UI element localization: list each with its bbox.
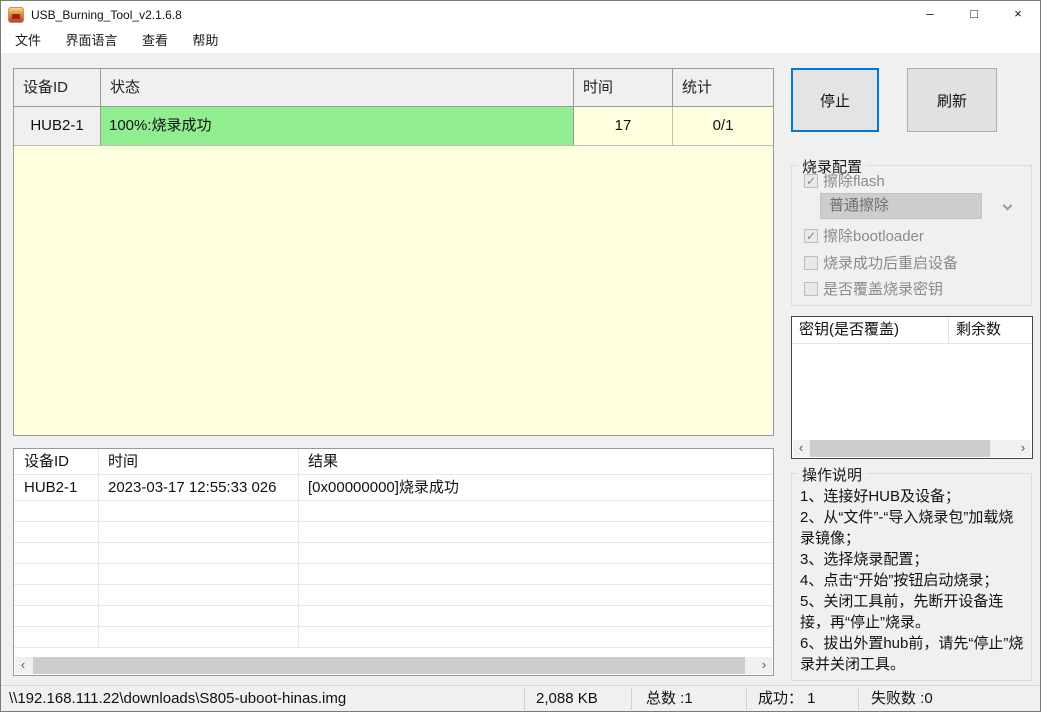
log-table: 设备ID 时间 结果 HUB2-1 2023-03-17 12:55:33 02… [13,448,774,676]
scroll-left-icon[interactable]: ‹ [15,657,31,674]
checkbox-icon[interactable] [804,281,818,296]
col-stats: 统计 [673,69,773,107]
checkbox-erase-flash[interactable]: ✓ 擦除flash [804,170,885,191]
col-time: 时间 [574,69,673,107]
device-id-cell: HUB2-1 [14,107,101,145]
table-row [14,585,773,606]
instructions-title: 操作说明 [798,464,867,485]
checkbox-icon[interactable]: ✓ [804,173,818,188]
col-result: 结果 [308,453,339,470]
table-row[interactable]: HUB2-1 100%:烧录成功 17 0/1 [14,107,773,146]
instruction-line: 1、连接好HUB及设备； [800,488,961,505]
checkbox-reboot-after-success[interactable]: 烧录成功后重启设备 [804,252,958,273]
log-table-scrollbar[interactable]: ‹ › [15,657,772,674]
table-row [14,522,773,543]
device-table: 设备ID 状态 时间 统计 HUB2-1 100%:烧录成功 17 0/1 [13,68,774,436]
image-file-path: \\192.168.111.22\downloads\S805-uboot-hi… [9,690,347,707]
burn-config-group: 烧录配置 ✓ 擦除flash 普通擦除 ✓ 擦除bootloader 烧录成功后… [791,156,1032,306]
device-table-header: 设备ID 状态 时间 统计 [14,69,773,107]
instruction-line: 4、点击“开始”按钮启动烧录； [800,572,999,589]
window-title: USB_Burning_Tool_v2.1.6.8 [31,8,182,22]
file-size: 2,088 KB [536,690,598,707]
menu-help[interactable]: 帮助 [182,29,228,52]
success-count: 成功： 1 [758,690,816,707]
col-remaining: 剩余数 [956,321,1002,338]
checkbox-icon[interactable] [804,255,818,270]
menu-language[interactable]: 界面语言 [55,29,127,52]
scrollbar-thumb[interactable] [810,440,990,457]
table-row[interactable]: HUB2-1 2023-03-17 12:55:33 026 [0x000000… [14,475,773,501]
checkbox-label: 烧录成功后重启设备 [823,255,959,272]
close-button[interactable]: × [996,1,1040,29]
chevron-down-icon [1002,200,1013,211]
divider [524,688,525,710]
table-row [14,606,773,627]
checkbox-label: 擦除flash [823,173,885,190]
stop-button[interactable]: 停止 [791,68,879,132]
instruction-line: 3、选择烧录配置； [800,551,929,568]
menu-bar: 文件 界面语言 查看 帮助 [1,29,1040,53]
erase-mode-dropdown[interactable]: 普通擦除 [820,193,982,219]
log-result: [0x00000000]烧录成功 [308,479,459,496]
table-row [14,543,773,564]
instruction-line: 6、拔出外置hub前，请先“停止”烧录并关闭工具。 [800,635,1024,673]
checkbox-erase-bootloader[interactable]: ✓ 擦除bootloader [804,225,924,246]
column-divider [98,449,99,648]
col-key: 密钥(是否覆盖) [792,317,949,343]
scroll-right-icon[interactable]: › [1015,440,1031,457]
log-time: 2023-03-17 12:55:33 026 [108,479,277,496]
instruction-line: 2、从“文件”-“导入烧录包”加载烧录镜像； [800,509,1014,547]
col-device-id: 设备ID [24,453,70,470]
table-row [14,501,773,522]
instruction-line: 5、关闭工具前，先断开设备连接，再“停止”烧录。 [800,593,1004,631]
col-time: 时间 [108,453,139,470]
title-bar: USB_Burning_Tool_v2.1.6.8 – □ × [1,1,1040,29]
maximize-button[interactable]: □ [952,1,996,29]
divider [631,688,632,710]
app-window: USB_Burning_Tool_v2.1.6.8 – □ × 文件 界面语言 … [0,0,1041,712]
divider [858,688,859,710]
menu-file[interactable]: 文件 [5,29,51,52]
col-status: 状态 [101,69,574,107]
key-table-header: 密钥(是否覆盖) 剩余数 [792,317,1032,344]
refresh-button[interactable]: 刷新 [907,68,997,132]
log-device-id: HUB2-1 [24,479,78,496]
instructions-group: 操作说明 1、连接好HUB及设备； 2、从“文件”-“导入烧录包”加载烧录镜像；… [791,464,1032,681]
stats-cell: 0/1 [712,117,734,134]
scrollbar-thumb[interactable] [33,657,745,674]
column-divider [298,449,299,648]
failed-count: 失败数 :0 [871,690,933,707]
checkbox-label: 擦除bootloader [823,228,924,245]
checkbox-label: 是否覆盖烧录密钥 [823,281,944,298]
status-cell: 100%:烧录成功 [101,107,574,145]
scroll-right-icon[interactable]: › [756,657,772,674]
minimize-button[interactable]: – [908,1,952,29]
key-table-scrollbar[interactable]: ‹ › [793,440,1031,457]
table-row [14,627,773,648]
col-device-id: 设备ID [14,69,101,107]
total-count: 总数 :1 [646,690,693,707]
menu-view[interactable]: 查看 [132,29,178,52]
divider [746,688,747,710]
status-bar: \\192.168.111.22\downloads\S805-uboot-hi… [1,685,1040,711]
scroll-left-icon[interactable]: ‹ [793,440,809,457]
checkbox-overwrite-key[interactable]: 是否覆盖烧录密钥 [804,278,943,299]
instructions-text: 1、连接好HUB及设备； 2、从“文件”-“导入烧录包”加载烧录镜像； 3、选择… [800,486,1028,675]
checkbox-icon[interactable]: ✓ [804,228,818,243]
log-table-header: 设备ID 时间 结果 [14,449,773,475]
app-icon [8,7,24,23]
time-cell: 17 [574,107,673,145]
table-row [14,564,773,585]
key-table: 密钥(是否覆盖) 剩余数 ‹ › [791,316,1033,459]
